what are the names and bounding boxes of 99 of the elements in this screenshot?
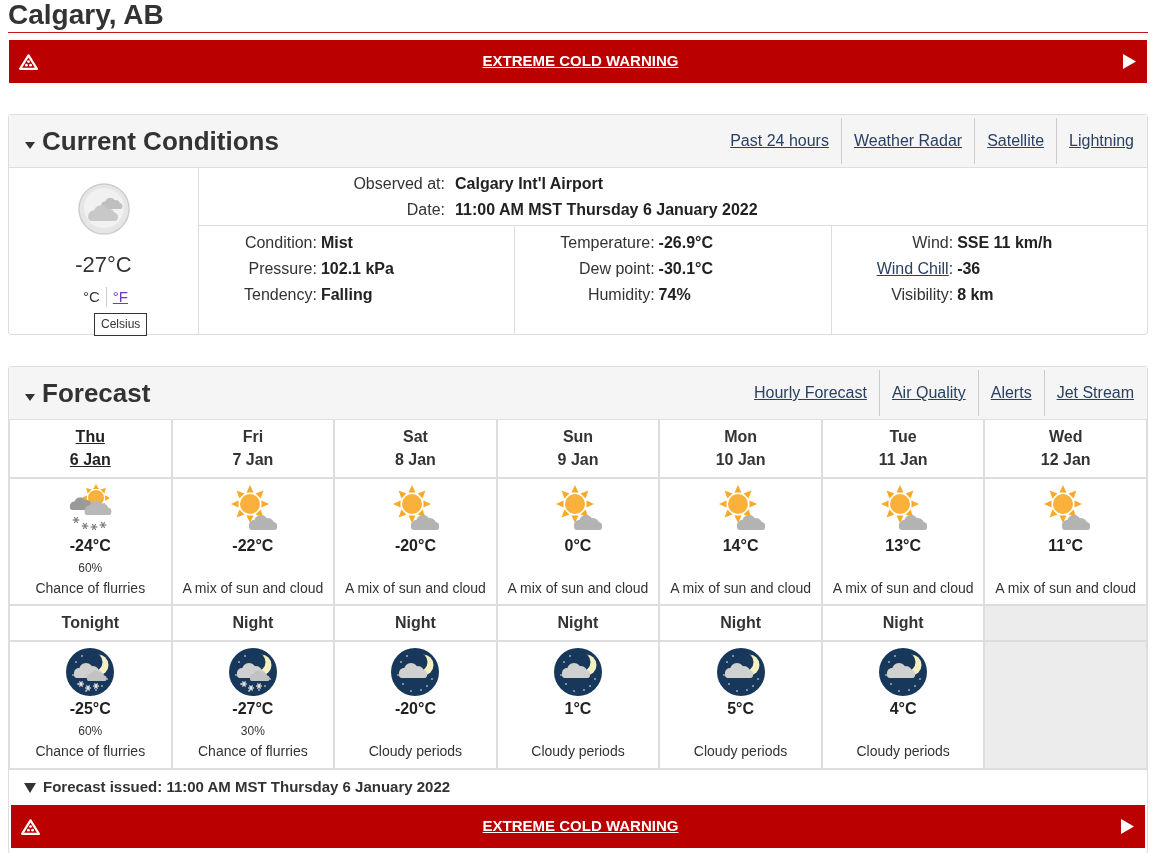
- forecast-issued: Forecast issued: 11:00 AM MST Thursday 6 January 2022: [43, 777, 451, 798]
- forecast-temperature: 14°C: [722, 536, 759, 556]
- moon-cloud-icon: [554, 648, 602, 696]
- panel-link[interactable]: Jet Stream: [1043, 370, 1146, 416]
- sun-cloud-icon: [391, 484, 440, 532]
- day-label: Tue 11 Jan: [878, 427, 928, 470]
- day-label: Sun 9 Jan: [557, 427, 599, 470]
- forecast-temperature: 1°C: [564, 699, 592, 719]
- forecast-temperature: -24°C: [69, 536, 111, 556]
- forecast-summary: A mix of sun and cloud: [995, 579, 1137, 597]
- forecast-temperature: 11°C: [1048, 536, 1084, 556]
- forecast-summary: Cloudy periods: [693, 742, 788, 760]
- field-value: Mist: [320, 233, 353, 253]
- field-label: Observed at:: [352, 174, 445, 194]
- current-temperature: -27°C: [75, 252, 132, 278]
- field-label: Date:: [405, 200, 445, 220]
- field-label: Visibility:: [891, 285, 954, 305]
- forecast-temperature: 0°C: [564, 536, 592, 556]
- field-value: Falling: [320, 285, 373, 305]
- panel-title: Forecast: [42, 380, 151, 406]
- moon-snow-cloud-icon: [228, 648, 277, 696]
- field-value: 102.1 kPa: [320, 259, 394, 279]
- forecast-summary: A mix of sun and cloud: [507, 579, 649, 597]
- play-icon[interactable]: [1121, 819, 1134, 834]
- forecast-summary: Chance of flurries: [35, 742, 146, 760]
- field-value: 11:00 AM MST Thursday 6 January 2022: [455, 200, 759, 220]
- unit-label: °C: [83, 286, 100, 307]
- unit-link[interactable]: °F: [112, 285, 128, 309]
- moon-cloud-icon: [716, 648, 765, 696]
- forecast-temperature: 4°C: [889, 699, 917, 719]
- field-label: Temperature:: [560, 233, 655, 253]
- page-title: Calgary, AB: [8, 0, 1148, 33]
- night-label: Night: [232, 613, 274, 633]
- forecast-summary: Chance of flurries: [198, 742, 308, 760]
- day-label: Mon 10 Jan: [715, 427, 766, 470]
- night-label: Night: [720, 613, 761, 633]
- field-value: 8 km: [957, 285, 994, 305]
- night-label: Tonight: [61, 613, 119, 633]
- field-value: Calgary Int'l Airport: [455, 174, 605, 194]
- forecast-summary: Cloudy periods: [856, 742, 950, 760]
- field-label: Humidity:: [587, 285, 655, 305]
- caret-icon[interactable]: [25, 394, 35, 401]
- precipitation-chance: 30%: [240, 723, 265, 739]
- forecast-temperature: 5°C: [727, 699, 754, 719]
- forecast-summary: A mix of sun and cloud: [832, 579, 974, 597]
- panel-link[interactable]: Hourly Forecast: [742, 370, 879, 416]
- field-value: -36: [957, 259, 981, 279]
- night-label: Night: [395, 613, 436, 633]
- cloudy-icon: [77, 183, 130, 235]
- moon-snow-cloud-icon: [66, 648, 115, 696]
- field-link[interactable]: Wind Chill: [876, 260, 949, 277]
- panel-link[interactable]: Air Quality: [878, 370, 978, 416]
- forecast-temperature: -22°C: [232, 536, 274, 556]
- forecast-summary: Cloudy periods: [368, 742, 463, 760]
- warning-link[interactable]: EXTREME COLD WARNING: [482, 50, 679, 73]
- forecast-summary: Chance of flurries: [35, 579, 146, 597]
- field-label: Dew point:: [579, 259, 655, 279]
- warning-icon: [19, 53, 38, 70]
- field-label: Tendency:: [244, 285, 317, 305]
- field-label: Pressure:: [248, 259, 317, 279]
- forecast-summary: A mix of sun and cloud: [670, 579, 811, 597]
- play-icon[interactable]: [1123, 54, 1136, 69]
- panel-link[interactable]: Lightning: [1056, 118, 1146, 164]
- night-label: Night: [882, 613, 924, 633]
- field-value: 74%: [658, 285, 691, 305]
- caret-icon[interactable]: [24, 782, 36, 793]
- field-value: SSE 11 km/h: [957, 233, 1053, 253]
- warning-link[interactable]: EXTREME COLD WARNING: [482, 815, 679, 838]
- forecast-temperature: 13°C: [885, 536, 921, 556]
- forecast-summary: A mix of sun and cloud: [182, 579, 324, 597]
- forecast-temperature: -20°C: [394, 699, 436, 719]
- caret-icon[interactable]: [25, 142, 35, 149]
- field-value: -26.9°C: [658, 233, 713, 253]
- night-label: Night: [557, 613, 599, 633]
- forecast-temperature: -25°C: [69, 699, 111, 719]
- field-label: Wind:: [912, 233, 954, 253]
- panel-link[interactable]: Weather Radar: [840, 118, 975, 164]
- forecast-summary: Cloudy periods: [531, 742, 625, 760]
- field-label: Condition:: [244, 233, 317, 253]
- warning-icon: [21, 818, 40, 835]
- sun-cloud-icon: [879, 484, 928, 532]
- tooltip: Celsius: [94, 313, 148, 336]
- field-value: -30.1°C: [658, 259, 713, 279]
- panel-link[interactable]: Satellite: [974, 118, 1057, 164]
- moon-cloud-icon: [879, 648, 928, 696]
- precipitation-chance: 60%: [78, 560, 103, 576]
- panel-link[interactable]: Alerts: [977, 370, 1044, 416]
- precipitation-chance: 60%: [78, 723, 103, 739]
- sun-cloud-icon: [554, 484, 602, 532]
- panel-link[interactable]: Past 24 hours: [718, 118, 841, 164]
- day-label: Sat 8 Jan: [394, 427, 436, 470]
- forecast-summary: A mix of sun and cloud: [345, 579, 486, 597]
- day-label: Fri 7 Jan: [232, 427, 274, 470]
- forecast-temperature: -27°C: [232, 699, 274, 719]
- forecast-temperature: -20°C: [394, 536, 436, 556]
- moon-cloud-icon: [391, 648, 440, 696]
- day-label: Wed 12 Jan: [1040, 427, 1091, 470]
- panel-title: Current Conditions: [42, 128, 279, 154]
- label-colon: :: [948, 260, 954, 277]
